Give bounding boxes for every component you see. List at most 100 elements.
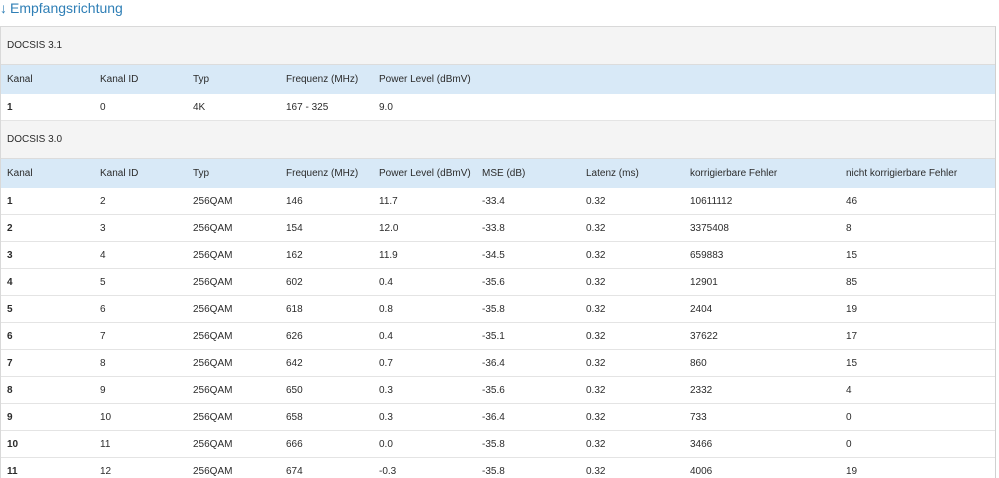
cell-kanal: 10 xyxy=(1,430,94,458)
cell-frequenz: 650 xyxy=(280,376,373,404)
section-title-text: Empfangsrichtung xyxy=(10,0,123,16)
cell-kanal-id: 11 xyxy=(94,430,187,458)
cell-kanal: 7 xyxy=(1,349,94,377)
cell-kanal: 8 xyxy=(1,376,94,404)
cell-frequenz: 674 xyxy=(280,457,373,478)
col-header-typ: Typ xyxy=(187,65,280,94)
cell-power-level: 0.7 xyxy=(373,349,476,377)
cell-power-level: 0.3 xyxy=(373,403,476,431)
cell-kanal-id: 10 xyxy=(94,403,187,431)
cell-latenz: 0.32 xyxy=(580,268,684,296)
cell-empty xyxy=(580,94,684,121)
cell-frequenz: 602 xyxy=(280,268,373,296)
arrow-down-icon: ↓ xyxy=(0,0,7,16)
cell-kanal: 11 xyxy=(1,457,94,478)
col-header-frequenz: Frequenz (MHz) xyxy=(280,159,373,188)
cell-nicht-korrigierbare-fehler: 15 xyxy=(840,241,995,269)
cell-power-level: 11.7 xyxy=(373,188,476,215)
col-header-latenz: Latenz (ms) xyxy=(580,159,684,188)
cell-typ: 256QAM xyxy=(187,214,280,242)
table-row: 3 4 256QAM 162 11.9 -34.5 0.32 659883 15 xyxy=(1,241,995,269)
page: ↓ Empfangsrichtung DOCSIS 3.1 Kanal Kanal… xyxy=(0,0,999,478)
col-header-power-level: Power Level (dBmV) xyxy=(373,65,476,94)
group-header-docsis31: DOCSIS 3.1 xyxy=(1,27,995,65)
col-header-nicht-korrigierbare-fehler: nicht korrigierbare Fehler xyxy=(840,159,995,188)
cell-korrigierbare-fehler: 4006 xyxy=(684,457,840,478)
cell-korrigierbare-fehler: 2332 xyxy=(684,376,840,404)
cell-latenz: 0.32 xyxy=(580,376,684,404)
cell-nicht-korrigierbare-fehler: 46 xyxy=(840,188,995,215)
table-row: 7 8 256QAM 642 0.7 -36.4 0.32 860 15 xyxy=(1,349,995,377)
cell-nicht-korrigierbare-fehler: 85 xyxy=(840,268,995,296)
cell-nicht-korrigierbare-fehler: 0 xyxy=(840,430,995,458)
cell-kanal-id: 8 xyxy=(94,349,187,377)
cell-latenz: 0.32 xyxy=(580,430,684,458)
cell-kanal: 6 xyxy=(1,322,94,350)
cell-empty xyxy=(684,94,840,121)
section-title[interactable]: ↓ Empfangsrichtung xyxy=(0,0,123,18)
table-row: 6 7 256QAM 626 0.4 -35.1 0.32 37622 17 xyxy=(1,322,995,350)
cell-latenz: 0.32 xyxy=(580,214,684,242)
table-row: 5 6 256QAM 618 0.8 -35.8 0.32 2404 19 xyxy=(1,295,995,323)
cell-nicht-korrigierbare-fehler: 4 xyxy=(840,376,995,404)
col-header-kanal: Kanal xyxy=(1,159,94,188)
cell-korrigierbare-fehler: 860 xyxy=(684,349,840,377)
cell-nicht-korrigierbare-fehler: 15 xyxy=(840,349,995,377)
col-header-empty xyxy=(580,65,684,94)
cell-korrigierbare-fehler: 3466 xyxy=(684,430,840,458)
col-header-frequenz: Frequenz (MHz) xyxy=(280,65,373,94)
cell-latenz: 0.32 xyxy=(580,295,684,323)
cell-mse: -35.8 xyxy=(476,295,580,323)
cell-power-level: 0.4 xyxy=(373,268,476,296)
cell-korrigierbare-fehler: 3375408 xyxy=(684,214,840,242)
cell-korrigierbare-fehler: 37622 xyxy=(684,322,840,350)
cell-frequenz: 162 xyxy=(280,241,373,269)
cell-typ: 256QAM xyxy=(187,376,280,404)
cell-frequenz: 642 xyxy=(280,349,373,377)
cell-empty xyxy=(840,94,995,121)
cell-korrigierbare-fehler: 733 xyxy=(684,403,840,431)
cell-mse: -35.1 xyxy=(476,322,580,350)
table-row: 9 10 256QAM 658 0.3 -36.4 0.32 733 0 xyxy=(1,403,995,431)
cell-typ: 256QAM xyxy=(187,241,280,269)
cell-frequenz: 658 xyxy=(280,403,373,431)
cell-power-level: 0.3 xyxy=(373,376,476,404)
cell-nicht-korrigierbare-fehler: 19 xyxy=(840,295,995,323)
cell-typ: 256QAM xyxy=(187,268,280,296)
table-row: 11 12 256QAM 674 -0.3 -35.8 0.32 4006 19 xyxy=(1,457,995,478)
cell-mse: -36.4 xyxy=(476,403,580,431)
channel-panel: DOCSIS 3.1 Kanal Kanal ID Typ Frequenz (… xyxy=(0,26,996,478)
cell-power-level: -0.3 xyxy=(373,457,476,478)
cell-typ: 256QAM xyxy=(187,457,280,478)
cell-mse: -35.6 xyxy=(476,268,580,296)
cell-typ: 256QAM xyxy=(187,322,280,350)
cell-kanal-id: 7 xyxy=(94,322,187,350)
cell-kanal: 1 xyxy=(1,188,94,215)
cell-kanal: 5 xyxy=(1,295,94,323)
cell-mse: -35.8 xyxy=(476,457,580,478)
cell-typ: 256QAM xyxy=(187,430,280,458)
cell-kanal-id: 6 xyxy=(94,295,187,323)
col-header-empty xyxy=(684,65,840,94)
table-docsis30: Kanal Kanal ID Typ Frequenz (MHz) Power … xyxy=(1,159,995,478)
cell-mse: -34.5 xyxy=(476,241,580,269)
cell-kanal: 3 xyxy=(1,241,94,269)
cell-kanal: 4 xyxy=(1,268,94,296)
cell-kanal-id: 0 xyxy=(94,94,187,121)
cell-nicht-korrigierbare-fehler: 0 xyxy=(840,403,995,431)
cell-power-level: 12.0 xyxy=(373,214,476,242)
cell-latenz: 0.32 xyxy=(580,349,684,377)
cell-mse: -33.8 xyxy=(476,214,580,242)
cell-frequenz: 154 xyxy=(280,214,373,242)
cell-power-level: 0.0 xyxy=(373,430,476,458)
cell-kanal-id: 12 xyxy=(94,457,187,478)
cell-latenz: 0.32 xyxy=(580,457,684,478)
cell-frequenz: 167 - 325 xyxy=(280,94,373,121)
cell-mse: -35.8 xyxy=(476,430,580,458)
col-header-kanal: Kanal xyxy=(1,65,94,94)
cell-mse: -33.4 xyxy=(476,188,580,215)
table-row: 1 2 256QAM 146 11.7 -33.4 0.32 10611112 … xyxy=(1,188,995,215)
table-row: 1 0 4K 167 - 325 9.0 xyxy=(1,94,995,121)
cell-power-level: 9.0 xyxy=(373,94,476,121)
col-header-mse: MSE (dB) xyxy=(476,159,580,188)
